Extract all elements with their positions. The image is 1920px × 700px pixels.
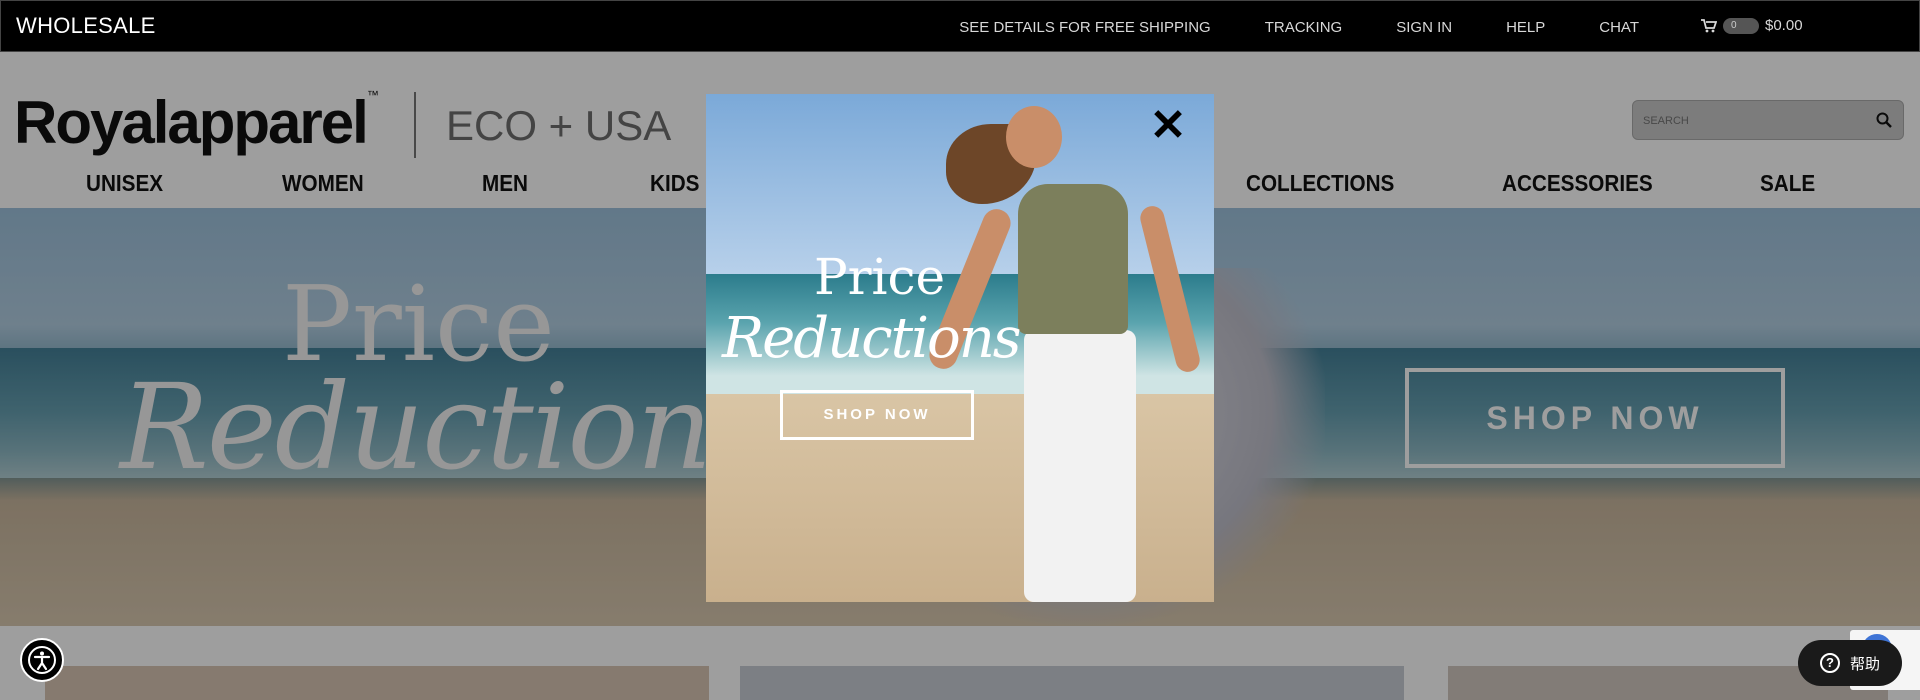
close-icon[interactable]: ✕ (1148, 104, 1188, 148)
modal-model-top (1018, 184, 1128, 334)
help-label: 帮助 (1849, 655, 1880, 673)
modal-shop-now-button[interactable]: SHOP NOW (780, 390, 974, 440)
utility-links: SEE DETAILS FOR FREE SHIPPING TRACKING S… (905, 1, 1639, 53)
tracking-link[interactable]: TRACKING (1265, 19, 1343, 36)
accessibility-icon (28, 646, 56, 674)
cart-icon (1701, 18, 1717, 32)
wholesale-link[interactable]: WHOLESALE (16, 13, 156, 39)
promo-modal: Price Reductions SHOP NOW ✕ (706, 94, 1214, 602)
modal-headline-reductions: Reductions (722, 306, 1022, 371)
accessibility-button[interactable] (20, 638, 64, 682)
cart-button[interactable]: 0 $0.00 (1701, 17, 1803, 34)
cart-total: $0.00 (1765, 17, 1803, 34)
modal-model-head (1006, 106, 1062, 168)
modal-model-pants (1024, 330, 1136, 602)
help-question-icon: ? (1819, 653, 1840, 673)
cart-count-badge: 0 (1723, 17, 1759, 34)
modal-headline-price: Price (814, 248, 946, 306)
help-link[interactable]: HELP (1506, 19, 1545, 36)
help-widget-button[interactable]: ? 帮助 (1798, 640, 1902, 686)
free-shipping-link[interactable]: SEE DETAILS FOR FREE SHIPPING (959, 19, 1210, 36)
top-utility-bar: WHOLESALE SEE DETAILS FOR FREE SHIPPING … (0, 0, 1920, 52)
sign-in-link[interactable]: SIGN IN (1396, 19, 1452, 36)
chat-link[interactable]: CHAT (1599, 19, 1639, 36)
